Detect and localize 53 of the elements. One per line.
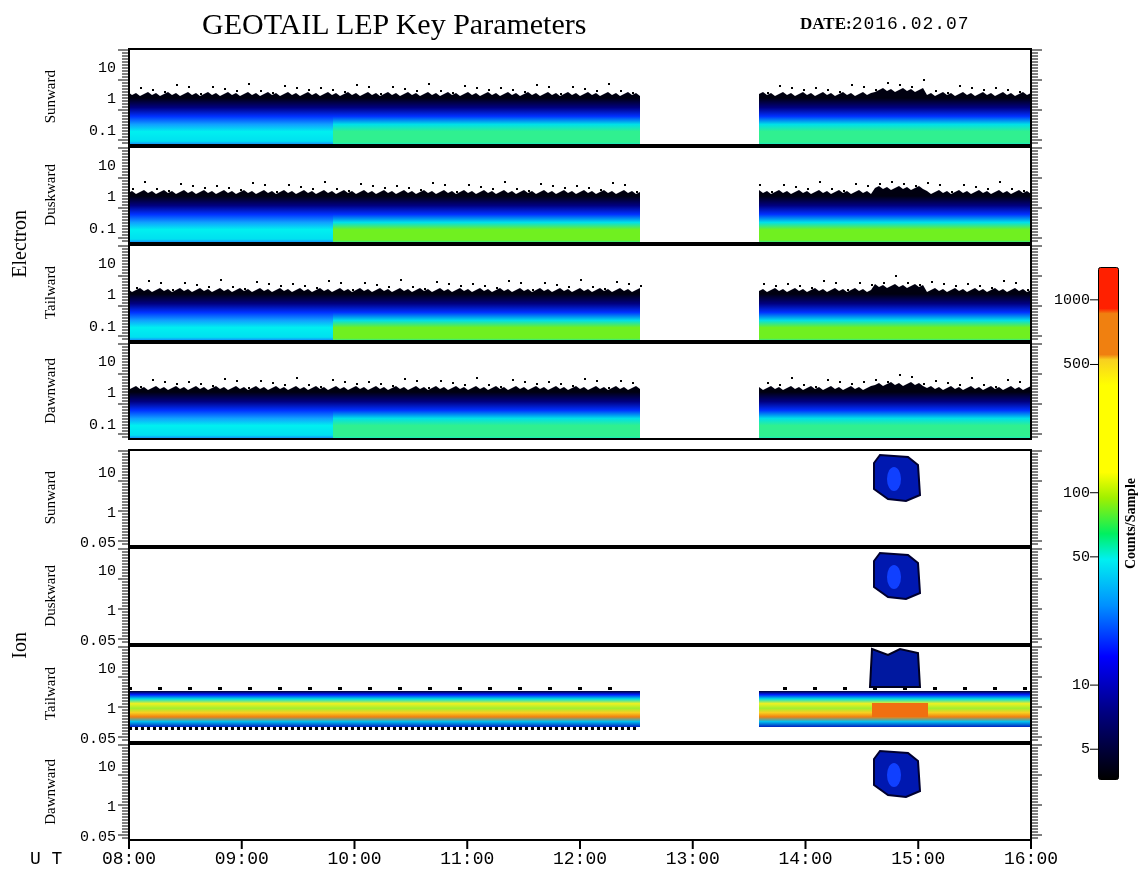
group-label: Electron (7, 210, 31, 278)
colorbar-tick-label: 100 (1063, 485, 1090, 501)
colorbar-tick-label: 10 (1072, 677, 1090, 693)
group-label: Ion (7, 631, 31, 659)
y-tick-label: 10 (98, 465, 116, 481)
date-value: 2016.02.07 (851, 14, 970, 34)
colorbar-tick-label: 1000 (1054, 292, 1090, 308)
y-tick-label: 1 (107, 505, 116, 521)
x-tick-label: 15:00 (891, 849, 946, 869)
y-tick-label: 10 (98, 563, 116, 579)
x-tick-label: 08:00 (102, 849, 156, 869)
panel-direction-label: Tailward (41, 266, 59, 320)
panel-direction-label: Sunward (41, 70, 59, 124)
y-tick-label: 0.1 (89, 221, 116, 237)
y-tick-label: 0.05 (80, 829, 116, 845)
x-tick-label: 14:00 (778, 849, 833, 869)
y-tick-label: 0.05 (80, 731, 116, 747)
y-tick-label: 1 (107, 385, 116, 401)
y-tick-label: 0.05 (80, 633, 116, 649)
panel-direction-label: Sunward (41, 471, 59, 525)
y-tick-label: 0.1 (89, 417, 116, 433)
panel-direction-label: Duskward (41, 164, 59, 226)
colorbar-tick-label: 5 (1081, 741, 1090, 757)
y-tick-label: 1 (107, 91, 116, 107)
y-tick-label: 1 (107, 603, 116, 619)
y-tick-label: 10 (98, 759, 116, 775)
date-label: DATE: (800, 14, 852, 34)
y-tick-label: 10 (98, 60, 116, 76)
y-tick-label: 1 (107, 799, 116, 815)
x-tick-label: 10:00 (327, 849, 382, 869)
plot-title: GEOTAIL LEP Key Parameters (202, 7, 588, 41)
panel-direction-label: Dawnward (41, 358, 59, 424)
x-tick-label: 11:00 (440, 849, 495, 869)
y-tick-label: 10 (98, 354, 116, 370)
x-tick-label: 09:00 (214, 849, 269, 869)
y-tick-label: 0.05 (80, 535, 116, 551)
y-tick-label: 1 (107, 189, 116, 205)
colorbar-tick-label: 50 (1072, 549, 1090, 565)
y-tick-label: 1 (107, 287, 116, 303)
colorbar-title: Counts/Sample (1123, 478, 1139, 569)
panel-direction-label: Tailward (41, 667, 59, 721)
x-tick-label: 13:00 (665, 849, 720, 869)
panel-direction-label: Dawnward (41, 759, 59, 825)
y-tick-label: 10 (98, 158, 116, 174)
y-tick-label: 10 (98, 256, 116, 272)
colorbar-tick-label: 500 (1063, 356, 1090, 372)
x-tick-label: 16:00 (1004, 849, 1058, 869)
y-tick-label: 0.1 (89, 319, 116, 335)
panel-direction-label: Duskward (41, 565, 59, 627)
y-tick-label: 0.1 (89, 123, 116, 139)
x-tick-label: 12:00 (553, 849, 607, 869)
y-tick-label: 10 (98, 661, 116, 677)
y-tick-label: 1 (107, 701, 116, 717)
